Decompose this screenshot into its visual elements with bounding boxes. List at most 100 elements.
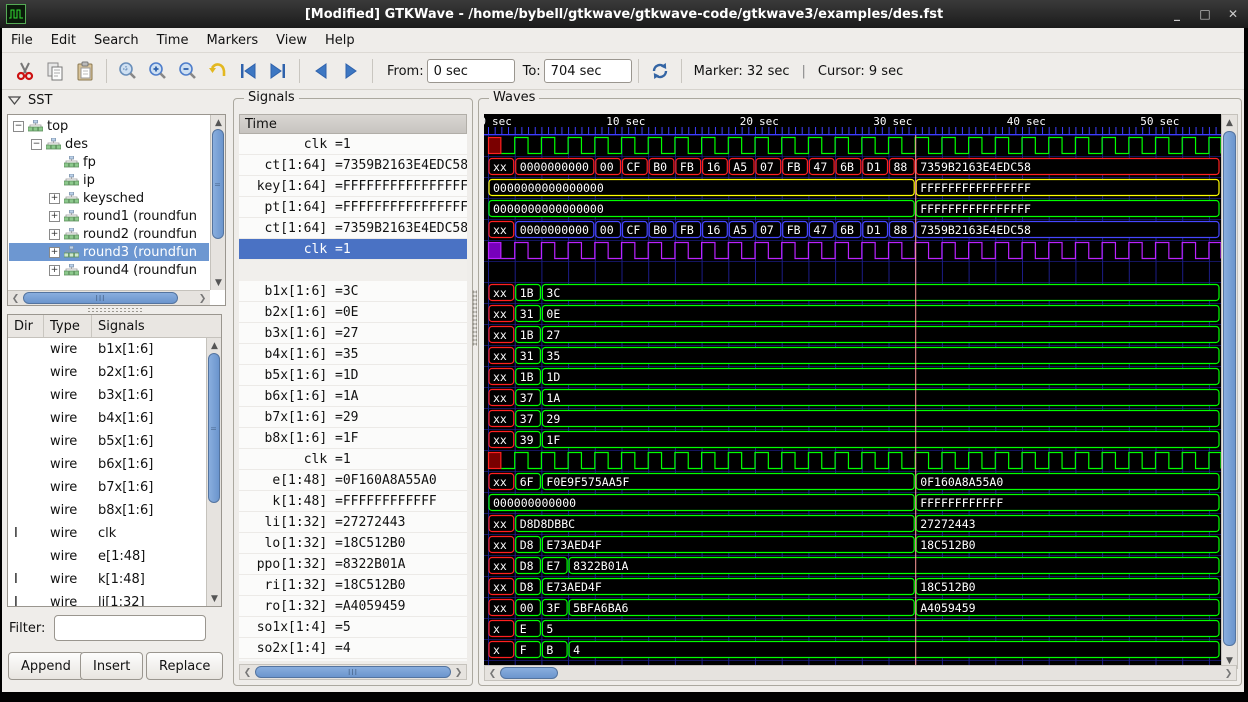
signal-row-ppo[1:32][interactable]: ppo[1:32] =8322B01A — [239, 554, 467, 575]
collapse-icon[interactable]: − — [31, 139, 42, 150]
to-time-input[interactable] — [544, 59, 632, 83]
menu-markers[interactable]: Markers — [197, 30, 267, 51]
facility-row-clk[interactable]: Iwireclk — [8, 522, 205, 545]
facility-row-k[1:48][interactable]: Iwirek[1:48] — [8, 568, 205, 591]
zoom-undo-button[interactable] — [204, 57, 232, 85]
maximize-button[interactable]: □ — [1198, 7, 1212, 21]
shift-left-button[interactable] — [307, 57, 335, 85]
scroll-left-icon[interactable]: ❮ — [240, 665, 255, 680]
expand-icon[interactable]: + — [49, 193, 60, 204]
scroll-left-icon[interactable]: ❮ — [485, 666, 500, 681]
reload-button[interactable] — [646, 57, 674, 85]
menu-time[interactable]: Time — [148, 30, 198, 51]
collapse-icon[interactable]: − — [13, 121, 24, 132]
signal-row-e[1:48][interactable]: e[1:48] =0F160A8A55A0 — [239, 470, 467, 491]
pane-resize-grip-vertical[interactable] — [472, 290, 477, 346]
scroll-right-icon[interactable]: ❯ — [451, 665, 466, 680]
tree-node-fp[interactable]: fp — [9, 153, 209, 171]
menu-search[interactable]: Search — [85, 30, 148, 51]
facility-row-b2x[1:6][interactable]: wireb2x[1:6] — [8, 361, 205, 384]
signal-row-clk[interactable]: clk =1 — [239, 134, 467, 155]
column-signals[interactable]: Signals — [92, 315, 221, 337]
signal-table-vscrollbar[interactable]: ▲ = ▼ — [206, 338, 221, 606]
menu-view[interactable]: View — [267, 30, 316, 51]
cut-button[interactable] — [11, 57, 39, 85]
menu-edit[interactable]: Edit — [42, 30, 85, 51]
column-dir[interactable]: Dir — [8, 315, 44, 337]
signal-row-ct[1:64][interactable]: ct[1:64] =7359B2163E4EDC58 — [239, 155, 467, 176]
tree-node-top[interactable]: −top — [9, 117, 209, 135]
tree-node-round1[interactable]: +round1 (roundfun — [9, 207, 209, 225]
replace-button[interactable]: Replace — [146, 652, 223, 680]
zoom-in-button[interactable] — [144, 57, 172, 85]
expand-icon[interactable]: + — [49, 265, 60, 276]
paste-button[interactable] — [71, 57, 99, 85]
scroll-left-icon[interactable]: ❮ — [8, 291, 23, 306]
signal-row-clk[interactable]: clk =1 — [239, 449, 467, 470]
signal-row-b4x[1:6][interactable]: b4x[1:6] =35 — [239, 344, 467, 365]
tree-node-ip[interactable]: ip — [9, 171, 209, 189]
scroll-up-icon[interactable]: ▲ — [211, 115, 226, 130]
tree-node-des[interactable]: −des — [9, 135, 209, 153]
signal-row-key[1:64][interactable]: key[1:64] =FFFFFFFFFFFFFFFF — [239, 176, 467, 197]
minimize-button[interactable]: _ — [1170, 7, 1184, 21]
copy-button[interactable] — [41, 57, 69, 85]
scroll-down-icon[interactable]: ▼ — [207, 591, 222, 606]
tree-node-round2[interactable]: +round2 (roundfun — [9, 225, 209, 243]
facility-row-b1x[1:6][interactable]: wireb1x[1:6] — [8, 338, 205, 361]
title-bar[interactable]: [Modified] GTKWave - /home/bybell/gtkwav… — [0, 0, 1248, 28]
expand-icon[interactable]: + — [49, 247, 60, 258]
signal-row-ro[1:32][interactable]: ro[1:32] =A4059459 — [239, 596, 467, 617]
signal-row-so2x[1:4][interactable]: so2x[1:4] =4 — [239, 638, 467, 659]
tree-node-round4[interactable]: +round4 (roundfun — [9, 261, 209, 279]
zoom-out-button[interactable] — [174, 57, 202, 85]
close-button[interactable]: ✕ — [1226, 7, 1240, 21]
facility-row-b3x[1:6][interactable]: wireb3x[1:6] — [8, 384, 205, 407]
signal-row-pt[1:64][interactable]: pt[1:64] =FFFFFFFFFFFFFFFF — [239, 197, 467, 218]
signal-row-ct[1:64][interactable]: ct[1:64] =7359B2163E4EDC58 — [239, 218, 467, 239]
scroll-down-icon[interactable]: ▼ — [211, 275, 226, 290]
signal-row-b8x[1:6][interactable]: b8x[1:6] =1F — [239, 428, 467, 449]
goto-end-button[interactable] — [264, 57, 292, 85]
waves-hscrollbar[interactable]: ❮ ❯ — [484, 665, 1237, 681]
sst-expander[interactable]: SST — [8, 93, 52, 108]
scroll-right-icon[interactable]: ❯ — [195, 291, 210, 306]
facility-row-e[1:48][interactable]: wiree[1:48] — [8, 545, 205, 568]
scroll-up-icon[interactable]: ▲ — [1222, 115, 1237, 130]
signal-row-k[1:48][interactable]: k[1:48] =FFFFFFFFFFFF — [239, 491, 467, 512]
signal-row-b5x[1:6][interactable]: b5x[1:6] =1D — [239, 365, 467, 386]
filter-input[interactable] — [54, 615, 206, 641]
signal-row-b2x[1:6][interactable]: b2x[1:6] =0E — [239, 302, 467, 323]
tree-node-keysched[interactable]: +keysched — [9, 189, 209, 207]
signal-row-lo[1:32][interactable]: lo[1:32] =18C512B0 — [239, 533, 467, 554]
signal-row-li[1:32][interactable]: li[1:32] =27272443 — [239, 512, 467, 533]
shift-right-button[interactable] — [337, 57, 365, 85]
sst-tree-hscrollbar[interactable]: ❮ III ❯ — [8, 290, 210, 305]
facility-row-li[1:32][interactable]: Iwireli[1:32] — [8, 591, 205, 606]
signal-row-b1x[1:6][interactable]: b1x[1:6] =3C — [239, 281, 467, 302]
menu-help[interactable]: Help — [316, 30, 364, 51]
signal-row-blank[interactable] — [239, 260, 467, 281]
facility-row-b8x[1:6][interactable]: wireb8x[1:6] — [8, 499, 205, 522]
column-type[interactable]: Type — [44, 315, 92, 337]
tree-node-round3[interactable]: +round3 (roundfun — [9, 243, 209, 261]
sst-tree-vscrollbar[interactable]: ▲ = ▼ — [210, 115, 225, 290]
expand-icon[interactable]: + — [49, 211, 60, 222]
signal-row-b7x[1:6][interactable]: b7x[1:6] =29 — [239, 407, 467, 428]
insert-button[interactable]: Insert — [80, 652, 143, 680]
facility-row-b5x[1:6][interactable]: wireb5x[1:6] — [8, 430, 205, 453]
pane-resize-grip-horizontal[interactable] — [87, 307, 143, 312]
expand-icon[interactable]: + — [49, 229, 60, 240]
signal-row-ri[1:32][interactable]: ri[1:32] =18C512B0 — [239, 575, 467, 596]
facility-row-b7x[1:6][interactable]: wireb7x[1:6] — [8, 476, 205, 499]
signal-row-b6x[1:6][interactable]: b6x[1:6] =1A — [239, 386, 467, 407]
zoom-fit-button[interactable] — [114, 57, 142, 85]
signal-row-clk[interactable]: clk =1 — [239, 239, 467, 260]
waveform-canvas[interactable]: 0sec10sec20sec30sec40sec50secxx000000000… — [484, 114, 1221, 666]
menu-file[interactable]: File — [2, 30, 42, 51]
signals-hscrollbar[interactable]: ❮ III ❯ — [239, 664, 467, 680]
facility-row-b4x[1:6][interactable]: wireb4x[1:6] — [8, 407, 205, 430]
signal-row-b3x[1:6][interactable]: b3x[1:6] =27 — [239, 323, 467, 344]
append-button[interactable]: Append — [8, 652, 84, 680]
waves-vscrollbar[interactable]: ▲ ▼ — [1221, 114, 1238, 669]
